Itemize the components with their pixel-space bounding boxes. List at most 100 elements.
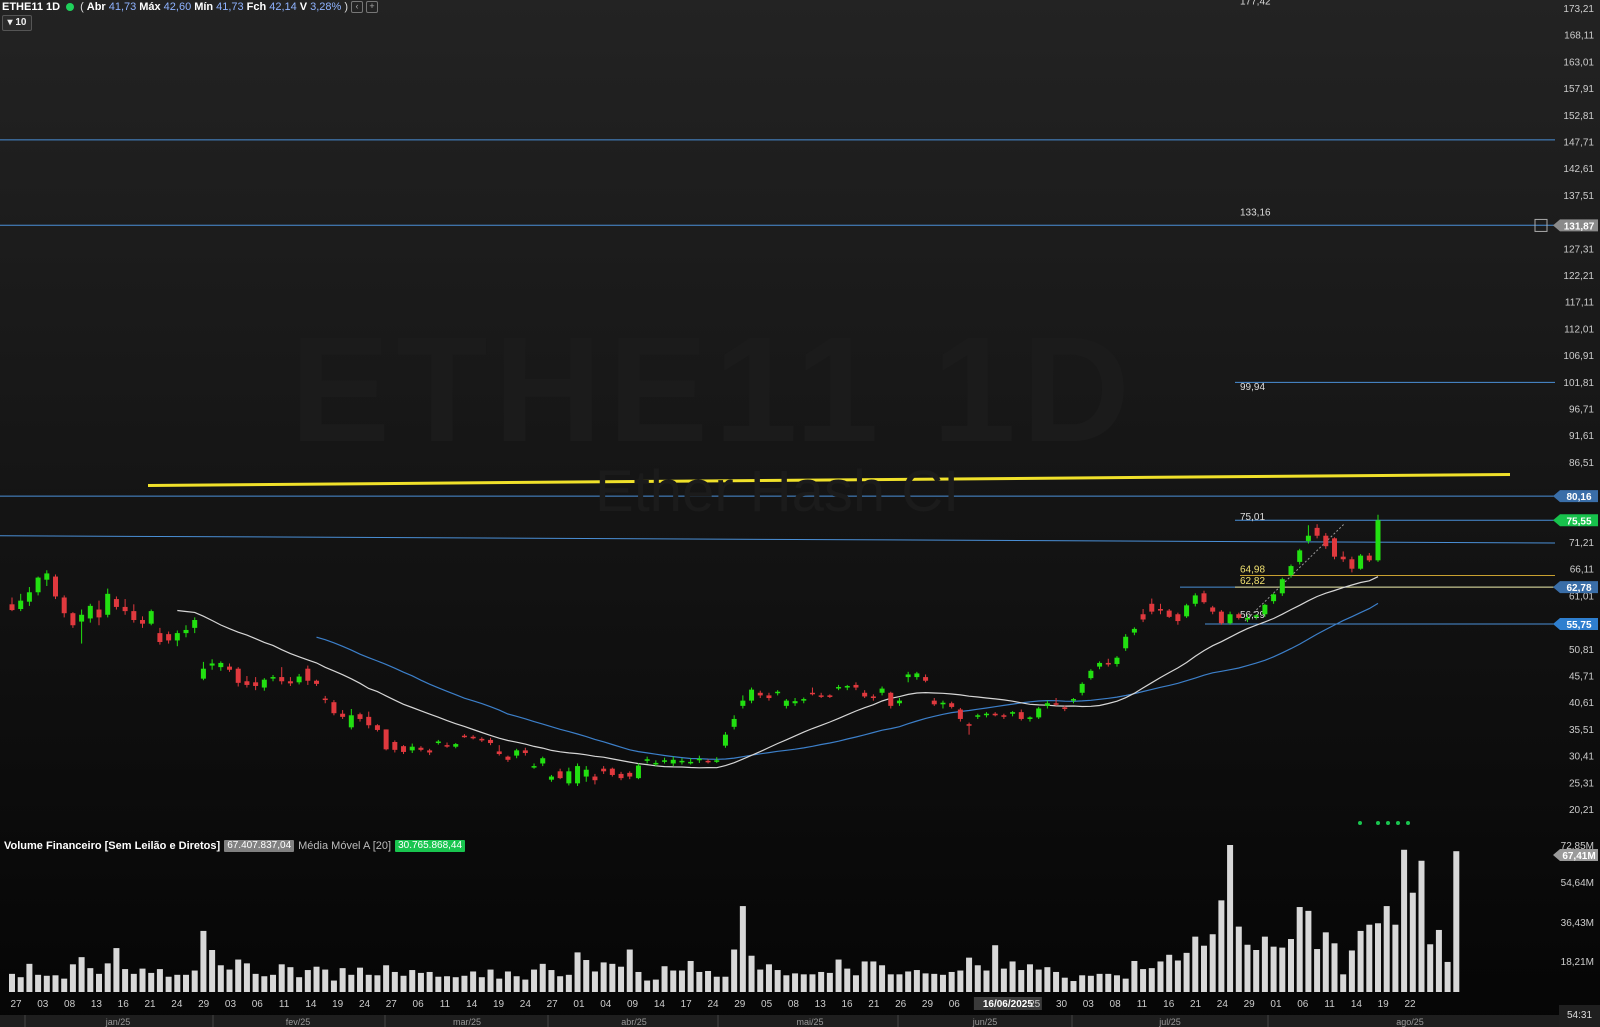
volume-bar <box>383 965 390 992</box>
volume-bar <box>52 975 59 992</box>
volume-bar <box>1331 943 1338 992</box>
volume-bar <box>357 967 364 992</box>
price-tick: 86,51 <box>1569 458 1594 469</box>
candle-up <box>679 760 685 763</box>
candle-down <box>627 772 633 777</box>
volume-bar <box>1061 977 1068 992</box>
volume-bar <box>174 974 181 992</box>
date-tick: 11 <box>440 999 451 1010</box>
volume-badge-text: 67,41M <box>1562 851 1595 862</box>
volume-bar <box>1375 923 1381 992</box>
volume-bar <box>487 969 494 992</box>
candle-up <box>192 620 198 628</box>
candle-up <box>905 674 911 678</box>
level-value-label: 177,42 <box>1240 0 1271 7</box>
price-chart[interactable]: 177,42133,1699,9475,0164,9862,8256,29173… <box>0 0 1600 1027</box>
symbol-label[interactable]: ETHE11 1D <box>2 1 60 14</box>
candle-up <box>270 677 276 679</box>
date-tick: 27 <box>547 999 559 1010</box>
volume-bar <box>217 965 224 992</box>
volume-bar <box>235 959 242 992</box>
candle-down <box>157 633 163 642</box>
volume-bar <box>1000 968 1007 992</box>
volume-bar <box>35 974 42 992</box>
candle-down <box>923 677 929 681</box>
candle-down <box>557 771 563 779</box>
date-tick: 30 <box>1056 999 1068 1010</box>
candle-down <box>340 713 346 717</box>
volume-bar <box>270 974 277 992</box>
date-tick: 24 <box>520 999 532 1010</box>
volume-tick: 36,43M <box>1561 918 1594 929</box>
volume-bar <box>809 974 816 992</box>
level-value-label: 56,29 <box>1240 610 1265 621</box>
volume-ma-label[interactable]: Média Móvel A [20] <box>298 840 391 852</box>
candle-down <box>96 609 102 618</box>
volume-bar <box>243 963 250 992</box>
volume-bar <box>939 974 946 992</box>
add-indicator-icon[interactable]: + <box>365 1 378 13</box>
candle-up <box>1244 617 1250 620</box>
close-value: 42,14 <box>269 0 297 13</box>
volume-bar <box>1235 926 1242 992</box>
candle-up <box>218 662 224 668</box>
candle-down <box>957 709 963 719</box>
volume-bar <box>574 952 581 992</box>
volume-bar <box>844 968 851 992</box>
volume-legend-title[interactable]: Volume Financeiro [Sem Leilão e Diretos] <box>4 840 220 852</box>
volume-bar <box>974 965 981 992</box>
volume-bar <box>757 969 764 992</box>
candle-down <box>609 768 615 775</box>
candle-down <box>235 668 241 683</box>
candle-down <box>1218 611 1224 624</box>
volume-bar <box>17 977 24 992</box>
price-badge-text: 131,87 <box>1564 221 1595 232</box>
volume-bar <box>583 960 590 992</box>
volume-bar <box>391 971 398 992</box>
date-tick: 13 <box>815 999 827 1010</box>
volume-bar <box>1157 961 1164 992</box>
price-tick: 91,61 <box>1569 431 1594 442</box>
collapse-icon[interactable]: ‹ <box>350 1 363 13</box>
candle-down <box>1062 707 1068 709</box>
volume-bar <box>931 973 938 992</box>
candle-up <box>575 766 581 784</box>
volume-bar <box>348 974 355 992</box>
month-label: mar/25 <box>453 1017 481 1027</box>
candle-down <box>444 745 450 747</box>
candle-up <box>1375 520 1381 561</box>
candle-up <box>453 744 459 747</box>
volume-bar <box>113 948 120 992</box>
volume-bar <box>557 976 564 992</box>
volume-bar <box>1383 906 1390 992</box>
candle-up <box>583 769 589 777</box>
volume-bar <box>461 975 468 992</box>
level-value-label: 99,94 <box>1240 382 1265 393</box>
date-tick: 01 <box>573 999 585 1010</box>
volume-bar <box>1322 932 1329 992</box>
volume-bar <box>252 973 259 992</box>
volume-bar <box>278 964 285 992</box>
volume-bar <box>261 976 268 992</box>
date-tick: 27 <box>10 999 22 1010</box>
candle-up <box>261 679 267 688</box>
volume-bar <box>1409 892 1416 992</box>
volume-bar <box>69 964 76 992</box>
candle-up <box>844 685 850 688</box>
candle-up <box>200 668 206 679</box>
price-tick: 50,81 <box>1569 645 1594 656</box>
study-count-dropdown[interactable]: ▾ 10 <box>2 15 32 31</box>
volume-bar <box>1401 849 1408 992</box>
ohlc-header: ETHE11 1D ( Abr 41,73 Máx 42,60 Mín 41,7… <box>2 0 378 14</box>
volume-bar <box>122 969 129 992</box>
date-tick: 21 <box>144 999 156 1010</box>
candle-down <box>392 741 398 750</box>
price-tick: 101,81 <box>1563 378 1594 389</box>
candle-down <box>1366 555 1372 561</box>
date-tick: 03 <box>1083 999 1095 1010</box>
candle-up <box>18 600 24 610</box>
volume-bar <box>983 970 990 992</box>
volume-bar <box>626 949 633 992</box>
candle-down <box>374 725 380 730</box>
volume-bar <box>43 975 50 992</box>
